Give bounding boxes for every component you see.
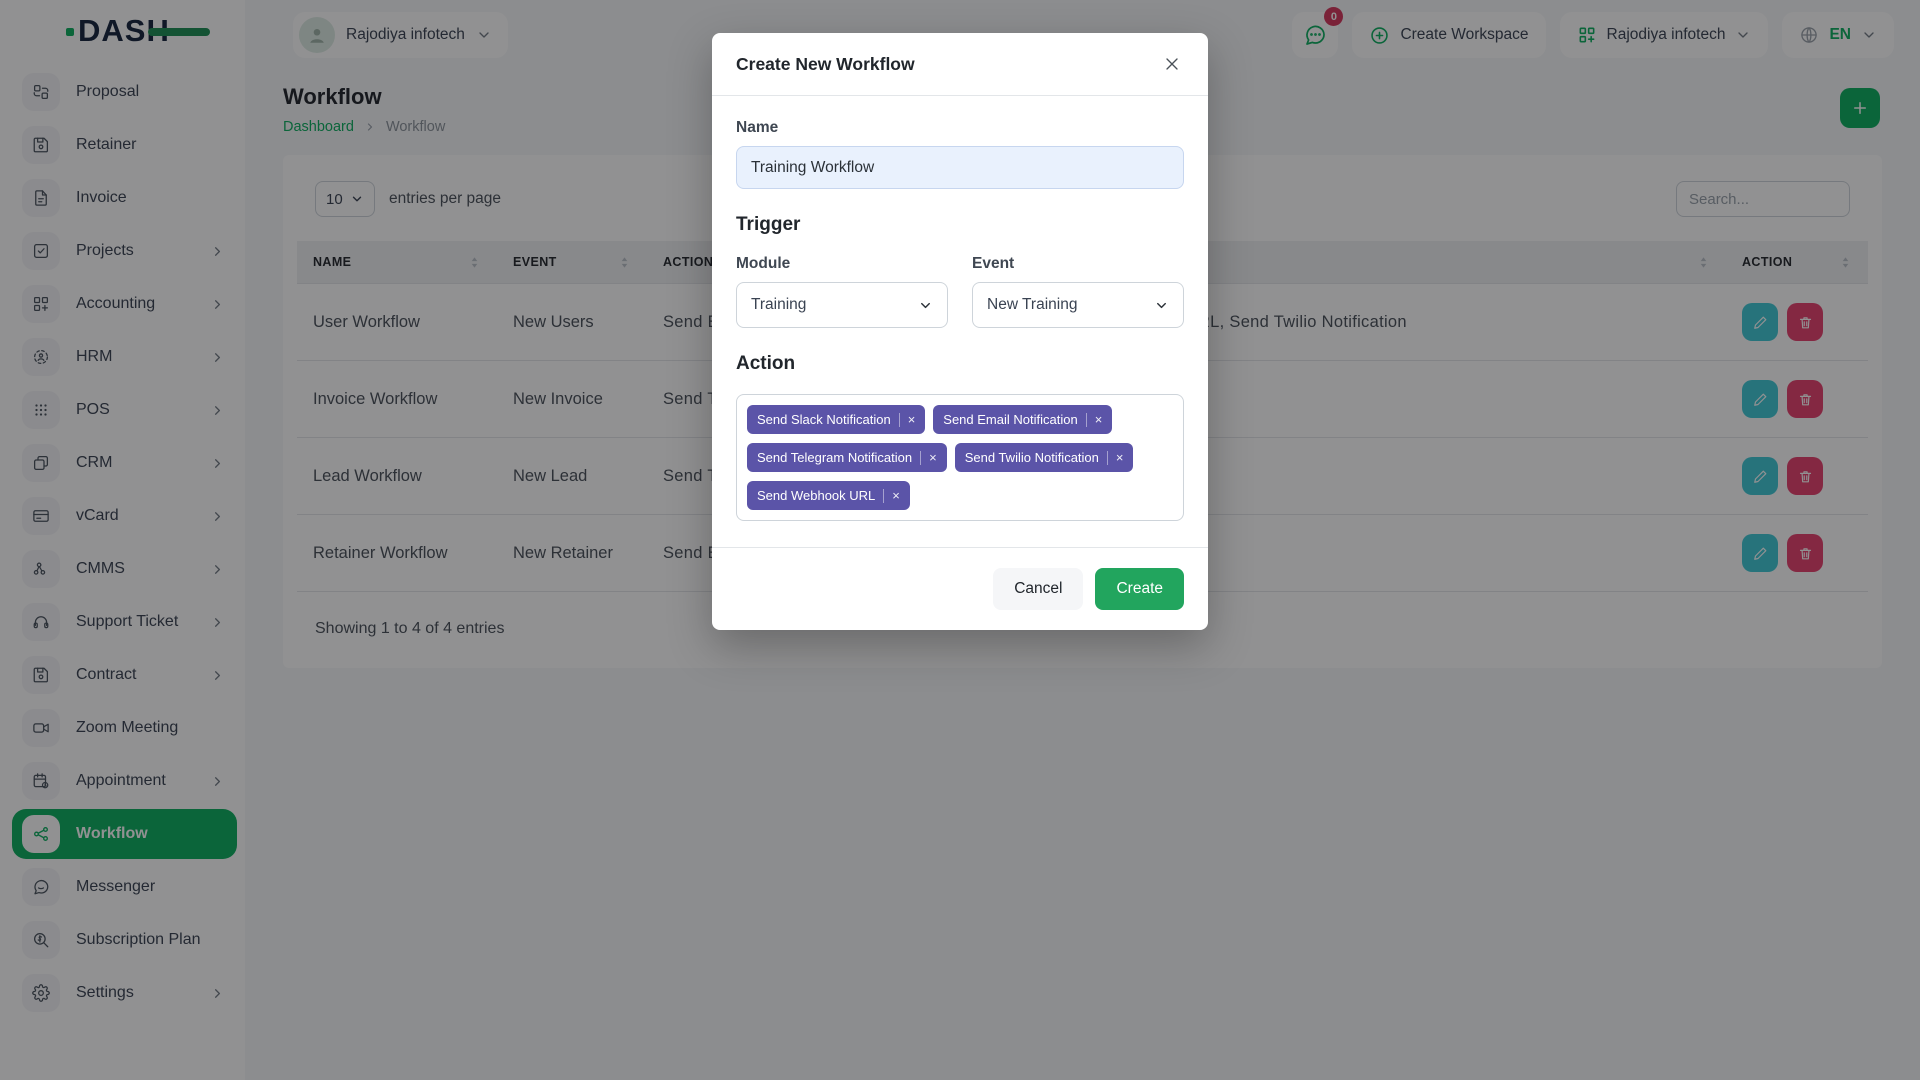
action-tag: Send Email Notification × bbox=[933, 405, 1112, 434]
remove-tag-icon[interactable]: × bbox=[1095, 413, 1103, 426]
event-select-value: New Training bbox=[987, 296, 1077, 314]
action-tag: Send Twilio Notification × bbox=[955, 443, 1134, 472]
tag-separator bbox=[899, 413, 900, 427]
close-button[interactable] bbox=[1160, 52, 1184, 76]
modal-title: Create New Workflow bbox=[736, 54, 915, 75]
module-select[interactable]: Training bbox=[736, 282, 948, 328]
app-root: DASH Proposal Retainer Invoice Projects bbox=[0, 0, 1920, 1080]
module-select-value: Training bbox=[751, 296, 806, 314]
event-select[interactable]: New Training bbox=[972, 282, 1184, 328]
chevron-down-icon bbox=[918, 298, 933, 313]
action-tag: Send Telegram Notification × bbox=[747, 443, 947, 472]
remove-tag-icon[interactable]: × bbox=[892, 489, 900, 502]
action-tag: Send Slack Notification × bbox=[747, 405, 925, 434]
event-label: Event bbox=[972, 255, 1184, 273]
create-button[interactable]: Create bbox=[1095, 568, 1184, 610]
create-workflow-modal: Create New Workflow Name Trigger Module … bbox=[712, 33, 1208, 630]
action-tag-label: Send Telegram Notification bbox=[757, 450, 912, 465]
action-heading: Action bbox=[736, 353, 1184, 375]
trigger-fields: Module Training Event New Training bbox=[736, 255, 1184, 328]
modal-body: Name Trigger Module Training Event New T… bbox=[712, 96, 1208, 521]
name-label: Name bbox=[736, 119, 1184, 137]
tag-separator bbox=[1086, 413, 1087, 427]
action-tag-label: Send Email Notification bbox=[943, 412, 1077, 427]
action-tag: Send Webhook URL × bbox=[747, 481, 910, 510]
remove-tag-icon[interactable]: × bbox=[929, 451, 937, 464]
modal-header: Create New Workflow bbox=[712, 33, 1208, 96]
trigger-heading: Trigger bbox=[736, 214, 1184, 236]
chevron-down-icon bbox=[1154, 298, 1169, 313]
modal-footer: Cancel Create bbox=[712, 547, 1208, 630]
action-multiselect[interactable]: Send Slack Notification × Send Email Noti… bbox=[736, 394, 1184, 521]
cancel-button[interactable]: Cancel bbox=[993, 568, 1083, 610]
action-tag-label: Send Twilio Notification bbox=[965, 450, 1099, 465]
tag-separator bbox=[883, 489, 884, 503]
tag-separator bbox=[1107, 451, 1108, 465]
remove-tag-icon[interactable]: × bbox=[908, 413, 916, 426]
workflow-name-input[interactable] bbox=[736, 146, 1184, 189]
close-icon bbox=[1162, 54, 1182, 74]
action-tag-label: Send Webhook URL bbox=[757, 488, 875, 503]
tag-separator bbox=[920, 451, 921, 465]
action-tag-label: Send Slack Notification bbox=[757, 412, 891, 427]
remove-tag-icon[interactable]: × bbox=[1116, 451, 1124, 464]
module-label: Module bbox=[736, 255, 948, 273]
